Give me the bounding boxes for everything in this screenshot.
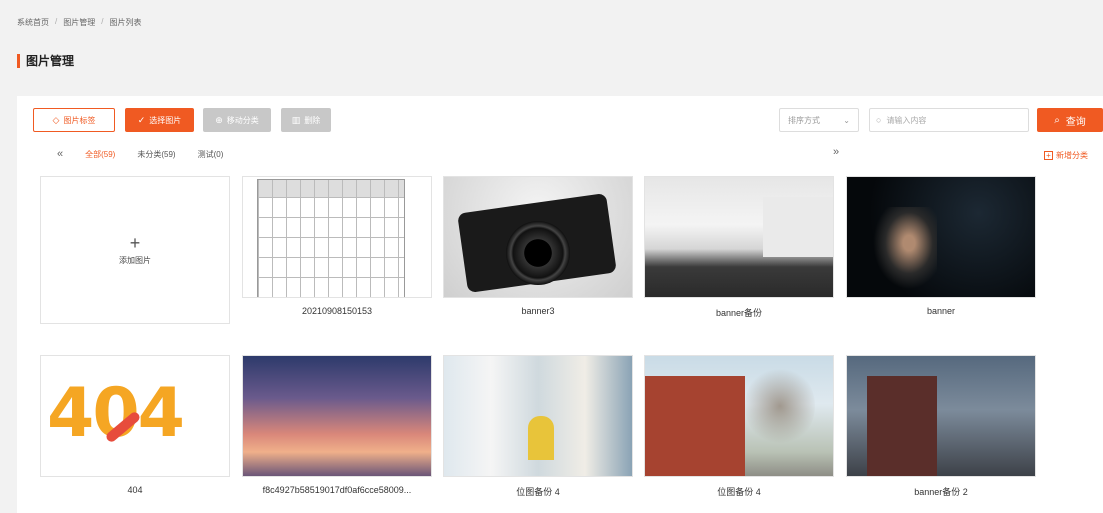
image-card[interactable]: 位图备份 4 — [443, 355, 633, 498]
image-card[interactable]: 20210908150153 — [242, 176, 432, 316]
image-caption: banner3 — [521, 306, 555, 316]
image-thumbnail[interactable]: 404 — [40, 355, 230, 477]
move-icon: ⊕ — [215, 114, 223, 125]
add-category-label: 新增分类 — [1056, 151, 1088, 160]
breadcrumb-separator: / — [55, 17, 58, 26]
search-button[interactable]: ⌕ 查询 — [1037, 108, 1103, 132]
image-card[interactable]: f8c4927b58519017df0af6cce58009... — [242, 355, 432, 495]
move-category-label: 移动分类 — [226, 115, 259, 125]
category-tabs: « 全部(59) 未分类(59) 测试(0) — [57, 148, 223, 160]
breadcrumb-separator: / — [101, 17, 104, 26]
image-thumbnail[interactable] — [644, 355, 834, 477]
breadcrumb-image-list: 图片列表 — [109, 18, 142, 27]
image-thumbnail[interactable] — [644, 176, 834, 298]
chevron-down-icon: ⌄ — [843, 115, 850, 125]
breadcrumb-image-management[interactable]: 图片管理 — [63, 17, 95, 28]
image-card[interactable]: banner备份 — [644, 176, 834, 319]
trash-icon: ▥ — [291, 114, 301, 125]
search-icon: ○ — [876, 115, 882, 125]
image-card[interactable]: banner3 — [443, 176, 633, 316]
tab-uncategorized[interactable]: 未分类(59) — [137, 149, 175, 160]
image-caption: banner备份 2 — [914, 487, 968, 497]
image-tag-label: 图片标签 — [63, 115, 96, 125]
plus-icon: + — [129, 232, 141, 253]
chevron-left-double-icon[interactable]: « — [57, 148, 63, 160]
move-category-button[interactable]: ⊕ 移动分类 — [203, 108, 271, 132]
sort-select[interactable]: 排序方式 ⌄ — [779, 108, 859, 132]
main-panel: ◇ 图片标签 ✓ 选择图片 ⊕ 移动分类 ▥ 删除 排序方式 ⌄ ○ ⌕ 查询 … — [17, 96, 1103, 513]
image-caption: f8c4927b58519017df0af6cce58009... — [262, 485, 412, 495]
tab-test[interactable]: 测试(0) — [198, 149, 224, 160]
image-caption: banner备份 — [715, 308, 763, 318]
image-caption: 404 — [127, 485, 143, 495]
image-thumbnail[interactable] — [242, 176, 432, 298]
tab-all[interactable]: 全部(59) — [85, 149, 115, 160]
breadcrumb: 系统首页 / 图片管理 / 图片列表 — [17, 17, 141, 28]
add-image-card[interactable]: + 添加图片 — [40, 176, 230, 324]
add-category-button[interactable]: + 新增分类 — [1044, 150, 1088, 161]
header-area: 系统首页 / 图片管理 / 图片列表 图片管理 — [0, 0, 1103, 96]
add-image-label: 添加图片 — [119, 255, 151, 265]
image-card[interactable]: banner — [846, 176, 1036, 316]
image-caption: 位图备份 4 — [717, 487, 761, 497]
search-field[interactable]: ○ — [869, 108, 1029, 132]
delete-label: 删除 — [304, 115, 321, 125]
image-card[interactable]: 404 404 — [40, 355, 230, 495]
title-accent-bar — [17, 53, 20, 68]
delete-button[interactable]: ▥ 删除 — [281, 108, 331, 132]
tag-icon: ◇ — [52, 114, 60, 125]
breadcrumb-home[interactable]: 系统首页 — [17, 17, 49, 28]
select-image-button[interactable]: ✓ 选择图片 — [125, 108, 194, 132]
image-card[interactable]: 位图备份 4 — [644, 355, 834, 498]
image-caption: 位图备份 4 — [516, 487, 560, 497]
image-thumbnail[interactable] — [443, 176, 633, 298]
search-input[interactable] — [886, 115, 1017, 125]
image-thumbnail[interactable] — [443, 355, 633, 477]
404-graphic: 404 — [47, 374, 185, 453]
image-card[interactable]: banner备份 2 — [846, 355, 1036, 498]
check-icon: ✓ — [137, 114, 146, 125]
image-thumbnail[interactable] — [242, 355, 432, 477]
sort-select-label: 排序方式 — [788, 115, 820, 125]
image-thumbnail[interactable] — [846, 355, 1036, 477]
image-thumbnail[interactable] — [846, 176, 1036, 298]
select-image-label: 选择图片 — [149, 115, 182, 125]
image-tag-button[interactable]: ◇ 图片标签 — [33, 108, 115, 132]
search-icon: ⌕ — [1054, 114, 1060, 126]
page-title-text: 图片管理 — [26, 54, 75, 68]
plus-square-icon: + — [1044, 151, 1053, 160]
search-button-label: 查询 — [1065, 116, 1086, 128]
image-caption: 20210908150153 — [301, 306, 373, 316]
image-caption: banner — [926, 306, 956, 316]
page-title: 图片管理 — [17, 52, 74, 69]
chevron-right-double-icon[interactable]: » — [833, 146, 839, 158]
